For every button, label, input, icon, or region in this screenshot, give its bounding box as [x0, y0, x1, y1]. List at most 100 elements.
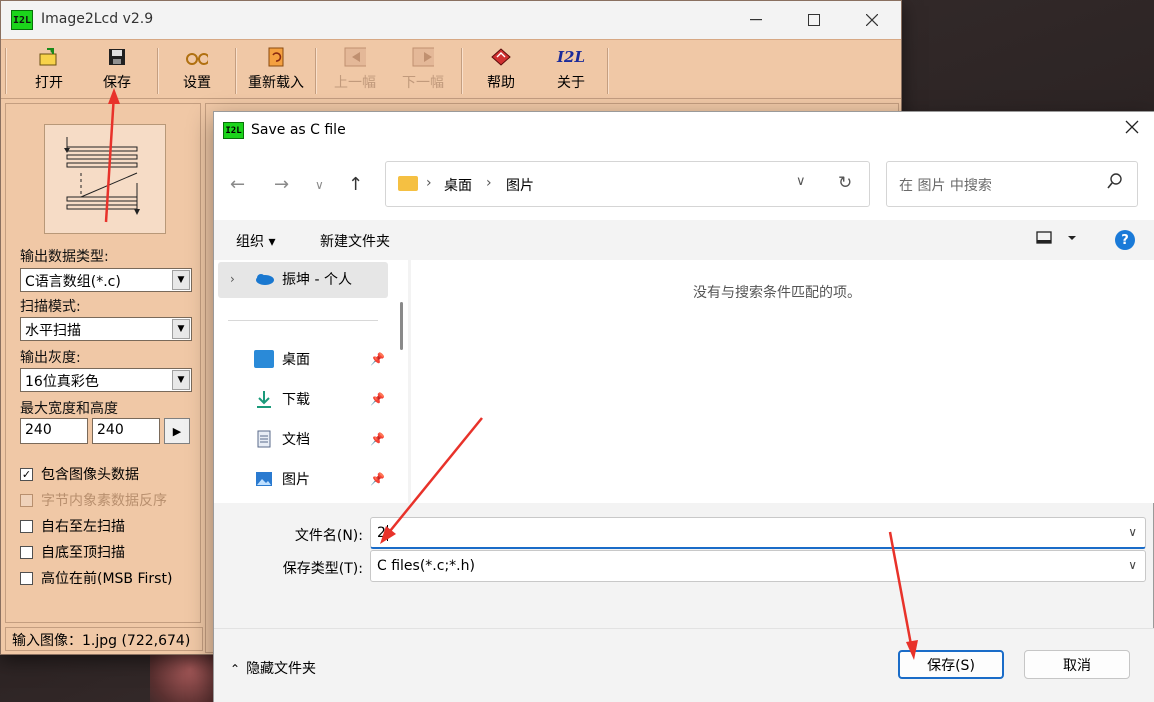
pin-icon[interactable]: 📌 [370, 432, 385, 446]
breadcrumb-separator: › [486, 175, 492, 191]
navigation-pane: › 振坤 - 个人 桌面 📌 下载 📌 文档 📌 图片 📌 [214, 260, 408, 503]
filetype-select[interactable]: C files(*.c;*.h) ∨ [370, 550, 1146, 582]
save-button[interactable]: 保存(S) [898, 650, 1004, 679]
view-icon [1036, 231, 1076, 244]
open-icon [38, 46, 60, 68]
nav-scrollbar[interactable] [400, 302, 403, 350]
toolbar-about-button[interactable]: I2L 关于 [549, 46, 593, 96]
address-dropdown-button[interactable]: ∨ [796, 174, 806, 189]
checkbox-reverse-pixels[interactable]: 字节内象素数据反序 [20, 490, 167, 510]
checkbox-checked-icon: ✓ [20, 467, 33, 481]
hide-folders-label: 隐藏文件夹 [246, 661, 317, 677]
reload-icon [265, 46, 287, 68]
nav-item-documents[interactable]: 文档 [254, 429, 310, 449]
help-icon[interactable]: ? [1115, 230, 1135, 250]
app-title: Image2Lcd v2.9 [41, 11, 154, 27]
checkbox-msb-first[interactable]: 高位在前(MSB First) [20, 568, 172, 588]
pin-icon[interactable]: 📌 [370, 392, 385, 406]
checkbox-label: 自右至左扫描 [41, 519, 125, 535]
hide-folders-toggle[interactable]: ⌃ 隐藏文件夹 [230, 658, 316, 678]
cancel-button[interactable]: 取消 [1024, 650, 1130, 679]
play-icon: ▶ [172, 424, 182, 438]
maximize-icon [808, 14, 820, 26]
nav-item-onedrive-label[interactable]: 振坤 - 个人 [254, 269, 352, 289]
minimize-button[interactable] [727, 1, 785, 39]
organize-menu-button[interactable]: 组织 ▾ [236, 231, 275, 251]
toolbar-next-button[interactable]: 下一幅 [397, 46, 449, 96]
checkbox-bottom-to-top[interactable]: 自底至顶扫描 [20, 542, 125, 562]
forward-button[interactable]: → [274, 174, 289, 195]
back-button[interactable]: ← [230, 174, 245, 195]
max-height-input[interactable]: 240 [92, 418, 160, 444]
recent-locations-button[interactable]: ∨ [315, 178, 324, 192]
nav-item-desktop[interactable]: 桌面 [254, 349, 310, 369]
gray-label: 输出灰度: [20, 350, 81, 366]
breadcrumb-pictures[interactable]: 图片 [506, 175, 534, 195]
checkbox-include-header[interactable]: ✓ 包含图像头数据 [20, 464, 139, 484]
checkbox-right-to-left[interactable]: 自右至左扫描 [20, 516, 125, 536]
checkbox-label: 字节内象素数据反序 [41, 493, 167, 509]
filename-input[interactable]: 2 ∨ [370, 517, 1146, 549]
arrow-up-icon: ↑ [348, 174, 364, 195]
search-input[interactable]: 在 图片 中搜索 [886, 161, 1138, 207]
pin-icon[interactable]: 📌 [370, 352, 385, 366]
filename-value: 2 [377, 525, 386, 541]
text-cursor [386, 525, 388, 541]
checkbox-icon [20, 545, 33, 559]
prev-icon [344, 46, 366, 68]
toolbar-label: 重新载入 [248, 75, 304, 91]
toolbar-settings-button[interactable]: 设置 [173, 46, 221, 96]
chevron-down-icon: ∨ [796, 174, 806, 189]
save-icon [106, 46, 128, 68]
scan-mode-select[interactable]: 水平扫描 ▼ [20, 317, 192, 341]
search-icon [1107, 173, 1123, 193]
nav-item-label: 桌面 [282, 352, 310, 368]
nav-item-downloads[interactable]: 下载 [254, 389, 310, 409]
address-bar[interactable]: › 桌面 › 图片 ∨ ↻ [385, 161, 870, 207]
expand-chevron-icon[interactable]: › [230, 272, 235, 286]
gray-value: 16位真彩色 [25, 374, 99, 390]
scan-mode-label: 扫描模式: [20, 299, 81, 315]
toolbar-separator [461, 48, 463, 94]
filetype-value: C files(*.c;*.h) [377, 558, 475, 574]
output-type-value: C语言数组(*.c) [25, 274, 121, 290]
chevron-down-icon: ∨ [1128, 558, 1137, 572]
nav-item-label: 振坤 - 个人 [282, 272, 352, 288]
toolbar-label: 保存 [103, 75, 131, 91]
toolbar-label: 下一幅 [402, 75, 444, 91]
pictures-icon [254, 470, 274, 488]
filetype-label: 保存类型(T): [282, 561, 363, 577]
help-book-icon [490, 46, 512, 68]
nav-item-label: 图片 [282, 472, 310, 488]
nav-item-pictures[interactable]: 图片 [254, 469, 310, 489]
toolbar-help-button[interactable]: 帮助 [479, 46, 523, 96]
pin-icon[interactable]: 📌 [370, 472, 385, 486]
max-width-input[interactable]: 240 [20, 418, 88, 444]
app-titlebar: I2L Image2Lcd v2.9 [1, 1, 901, 39]
toolbar-prev-button[interactable]: 上一幅 [329, 46, 381, 96]
dialog-titlebar: I2L Save as C file [214, 112, 1154, 150]
close-icon [1125, 120, 1139, 134]
chevron-down-icon[interactable]: ∨ [1128, 525, 1137, 539]
maximize-button[interactable] [785, 1, 843, 39]
toolbar-reload-button[interactable]: 重新载入 [243, 46, 309, 96]
breadcrumb-desktop[interactable]: 桌面 [444, 175, 472, 195]
toolbar-save-button[interactable]: 保存 [95, 46, 139, 96]
download-icon [254, 390, 274, 408]
close-button[interactable] [843, 1, 901, 39]
search-placeholder: 在 图片 中搜索 [899, 178, 992, 194]
view-options-button[interactable] [1036, 230, 1076, 250]
desktop-folder-icon [254, 350, 274, 368]
toolbar-open-button[interactable]: 打开 [25, 46, 73, 96]
refresh-button[interactable]: ↻ [838, 173, 852, 193]
apply-size-button[interactable]: ▶ [164, 418, 190, 444]
empty-folder-message: 没有与搜索条件匹配的项。 [693, 285, 861, 301]
dialog-close-button[interactable] [1118, 118, 1146, 144]
gray-select[interactable]: 16位真彩色 ▼ [20, 368, 192, 392]
chevron-down-icon: ▼ [172, 270, 190, 290]
max-size-label: 最大宽度和高度 [20, 401, 118, 417]
new-folder-button[interactable]: 新建文件夹 [320, 231, 390, 251]
checkbox-label: 自底至顶扫描 [41, 545, 125, 561]
up-button[interactable]: ↑ [348, 174, 363, 195]
output-type-select[interactable]: C语言数组(*.c) ▼ [20, 268, 192, 292]
